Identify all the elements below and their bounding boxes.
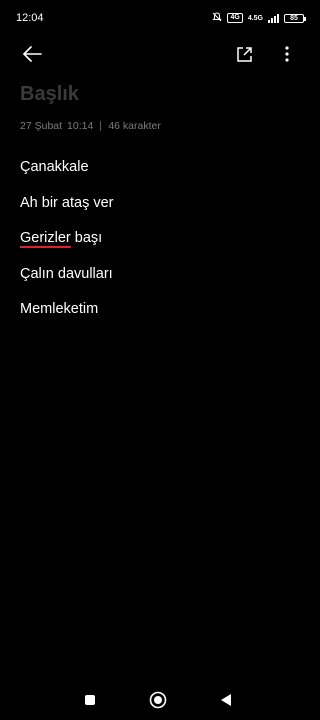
note-line[interactable]: Ah bir ataş ver xyxy=(20,193,296,229)
recents-square-icon[interactable] xyxy=(80,690,100,710)
network-type-label: 4.5G xyxy=(247,14,263,22)
note-char-count: 46 karakter xyxy=(108,120,161,132)
meta-divider xyxy=(100,121,102,131)
note-line-rest: başı xyxy=(70,230,103,246)
more-options-icon[interactable] xyxy=(278,42,296,66)
battery-icon: 85 xyxy=(284,13,306,23)
share-icon[interactable] xyxy=(232,42,256,66)
note-title-field[interactable]: Başlık xyxy=(20,83,79,106)
note-line[interactable]: Memleketim xyxy=(20,299,296,335)
back-triangle-icon[interactable] xyxy=(216,690,236,710)
note-body[interactable]: Çanakkale Ah bir ataş ver Gerizler başı … xyxy=(20,157,296,335)
back-arrow-icon[interactable] xyxy=(18,42,46,66)
signal-icon xyxy=(268,13,279,23)
note-date: 27 Şubat xyxy=(20,120,63,132)
note-line[interactable]: Çalın davulları xyxy=(20,264,296,300)
note-meta: 27 Şubat 10:14 46 karakter xyxy=(20,120,161,132)
system-nav-bar xyxy=(0,680,316,720)
note-toolbar xyxy=(0,36,316,72)
mute-bell-icon xyxy=(212,11,223,25)
home-circle-icon[interactable] xyxy=(148,690,168,710)
note-time: 10:14 xyxy=(67,120,94,132)
status-bar: 12:04 4G 4.5G 85 xyxy=(0,0,316,36)
status-time: 12:04 xyxy=(16,12,44,24)
battery-level: 85 xyxy=(290,14,298,22)
volte-icon: 4G xyxy=(227,13,243,23)
misspelled-word[interactable]: Gerizler xyxy=(20,230,71,246)
note-line[interactable]: Çanakkale xyxy=(20,157,296,193)
note-line[interactable]: Gerizler başı xyxy=(20,228,296,264)
status-icons: 4G 4.5G 85 xyxy=(212,11,306,25)
